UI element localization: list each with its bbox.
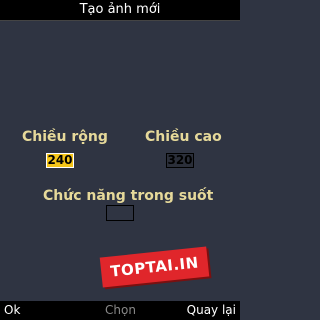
- width-label: Chiều rộng: [22, 129, 108, 145]
- select-softkey[interactable]: Chọn: [105, 301, 136, 320]
- back-softkey[interactable]: Quay lại: [187, 301, 236, 320]
- transparency-checkbox[interactable]: [106, 205, 134, 221]
- width-field[interactable]: 240: [46, 153, 74, 168]
- transparency-label: Chức năng trong suốt: [43, 188, 214, 204]
- softkey-bar: Ok Chọn Quay lại: [0, 301, 240, 320]
- height-label: Chiều cao: [145, 129, 222, 145]
- height-field[interactable]: 320: [166, 153, 194, 168]
- screen-title: Tạo ảnh mới: [0, 0, 240, 21]
- watermark-logo: TOPTAI.IN: [99, 246, 210, 288]
- ok-softkey[interactable]: Ok: [4, 301, 20, 320]
